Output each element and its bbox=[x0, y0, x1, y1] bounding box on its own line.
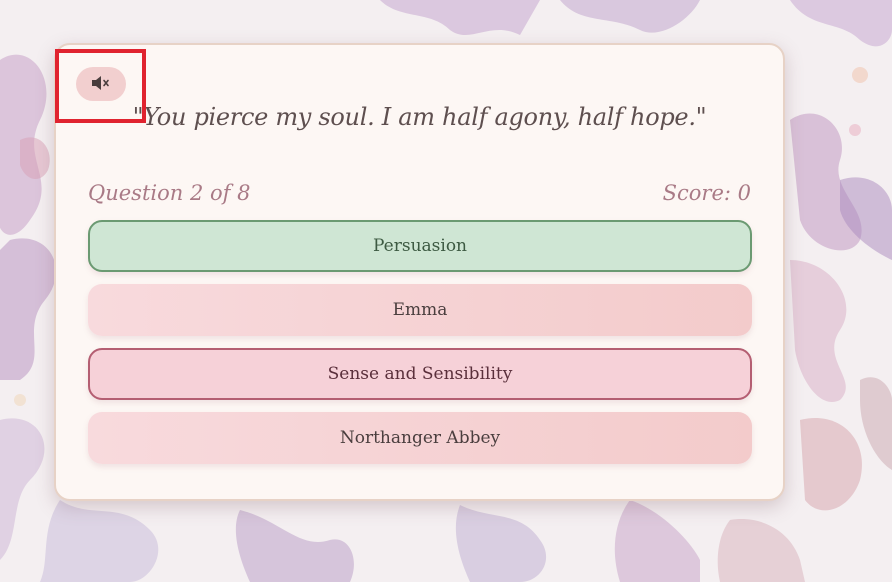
mute-toggle-button[interactable] bbox=[76, 67, 126, 101]
speaker-muted-icon bbox=[91, 75, 111, 94]
answer-option-incorrect[interactable]: Sense and Sensibility bbox=[88, 348, 752, 400]
score-display: Score: 0 bbox=[662, 181, 751, 205]
quiz-card: "You pierce my soul. I am half agony, ha… bbox=[54, 43, 785, 501]
answer-option-correct[interactable]: Persuasion bbox=[88, 220, 752, 272]
quiz-meta: Question 2 of 8 Score: 0 bbox=[88, 181, 751, 205]
answer-option[interactable]: Emma bbox=[88, 284, 752, 336]
answer-option[interactable]: Northanger Abbey bbox=[88, 412, 752, 464]
answer-options: Persuasion Emma Sense and Sensibility No… bbox=[88, 220, 752, 476]
question-counter: Question 2 of 8 bbox=[88, 181, 251, 205]
quote-text: "You pierce my soul. I am half agony, ha… bbox=[132, 103, 707, 131]
